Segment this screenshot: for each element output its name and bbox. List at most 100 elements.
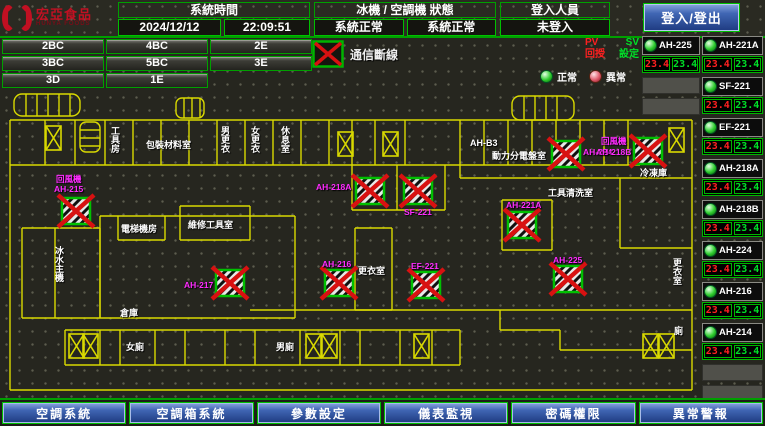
floor-button-2e[interactable]: 2E	[210, 39, 312, 54]
unit-values: 23.4 23.4	[702, 179, 763, 196]
login-logout-button[interactable]: 登入/登出	[643, 3, 740, 32]
status-lamp-icon	[704, 39, 717, 52]
ahu-icon-ah218b[interactable]	[630, 135, 666, 167]
normal-lamp-icon	[540, 70, 553, 83]
unit-name: AH-218A	[719, 163, 759, 174]
floor-plan-drawing	[0, 88, 702, 398]
nav-button-password-auth[interactable]: 密碼權限	[511, 402, 635, 424]
system-time-section: 系統時間 2024/12/12 22:09:51	[118, 2, 310, 36]
unit-name: EF-221	[719, 122, 750, 133]
unit-values: 23.4 23.4	[702, 138, 763, 155]
unit-button-ah225[interactable]: AH-225	[642, 36, 700, 55]
room-label: 工具房	[110, 126, 120, 153]
unit-values: 23.4 23.4	[702, 302, 763, 319]
room-label: 女更衣	[250, 126, 260, 153]
ahu-icon-ah224[interactable]	[548, 138, 584, 170]
header-bar: 宏亞食品 HUNYA FOODS 系統時間 2024/12/12 22:09:5…	[0, 0, 765, 38]
logo-icon	[2, 5, 32, 31]
ahu-icon-ah215[interactable]	[58, 195, 94, 227]
unit-button-ah218b[interactable]: AH-218B	[702, 200, 763, 219]
nav-button-param-settings[interactable]: 參數設定	[257, 402, 381, 424]
room-label: 休息室	[280, 126, 290, 153]
room-label: 冷凍庫	[640, 168, 667, 178]
unit-button-ah218a[interactable]: AH-218A	[702, 159, 763, 178]
ahu-icon-ah225[interactable]	[550, 263, 586, 295]
company-logo: 宏亞食品 HUNYA FOODS	[2, 2, 114, 33]
unit-values: 23.4 23.4	[702, 97, 763, 114]
ahu-icon-sf221[interactable]	[400, 175, 436, 207]
unit-values: 23.4 23.4	[702, 261, 763, 278]
unit-panel-ah218b: AH-218B 23.4 23.4	[702, 200, 763, 237]
unit-button-ah221a[interactable]: AH-221A	[702, 36, 763, 55]
ahu-icons	[58, 135, 666, 301]
sv-value: 23.4	[734, 222, 762, 235]
floor-button-3e[interactable]: 3E	[210, 56, 312, 71]
sv-value: 23.4	[672, 58, 698, 71]
room-label: 電梯機房	[121, 224, 157, 234]
unit-label: AH-217	[184, 280, 213, 290]
unit-label: 回風機	[601, 136, 627, 146]
unit-button-ah224[interactable]: AH-224	[702, 241, 763, 260]
floor-button-3bc[interactable]: 3BC	[2, 56, 104, 71]
nav-button-alarm[interactable]: 異常警報	[639, 402, 763, 424]
status-lamp-icon	[644, 39, 657, 52]
empty-slot	[702, 364, 763, 381]
comm-loss-label: 通信斷線	[350, 46, 398, 63]
unit-panel-ah218a: AH-218A 23.4 23.4	[702, 159, 763, 196]
unit-button-sf221[interactable]: SF-221	[702, 77, 763, 96]
status-lamp-icon	[704, 326, 717, 339]
nav-button-ac-system[interactable]: 空調系統	[2, 402, 126, 424]
floor-plan: 回風機 AH-215 AH-218A SF-221 AH-224 回風機 AH-…	[0, 88, 702, 398]
normal-label: 正常	[557, 69, 577, 84]
floor-selector: 2BC 4BC 2E 3BC 5BC 3E 3D 1E	[2, 39, 312, 88]
room-label: 男廁	[276, 342, 294, 352]
sv-value: 23.4	[734, 99, 762, 112]
room-label: 女廁	[126, 342, 144, 352]
room-label: AH-B3	[470, 138, 498, 148]
system-time-value: 22:09:51	[224, 19, 310, 36]
unit-name: AH-216	[719, 286, 752, 297]
unit-values: 23.4 23.4	[642, 56, 700, 73]
pv-value: 23.4	[704, 263, 732, 276]
sv-value: 23.4	[734, 140, 762, 153]
abnormal-lamp-icon	[589, 70, 602, 83]
unit-name: AH-218B	[719, 204, 759, 215]
nav-button-ahu-system[interactable]: 空調箱系統	[129, 402, 253, 424]
ahu-icon-ef221[interactable]	[408, 269, 444, 301]
unit-button-ef221[interactable]: EF-221	[702, 118, 763, 137]
shaft-icons	[46, 126, 684, 358]
floor-button-4bc[interactable]: 4BC	[106, 39, 208, 54]
ahu-icon-ah221a[interactable]	[504, 209, 540, 241]
ahu-icon-ah216[interactable]	[321, 267, 357, 299]
room-label: 冰水主機	[54, 246, 64, 282]
ahu-icon-ah217[interactable]	[212, 267, 248, 299]
floor-button-3d[interactable]: 3D	[2, 73, 104, 88]
unit-name: SF-221	[719, 81, 750, 92]
status-lamp-icon	[704, 121, 717, 134]
sv-value: 23.4	[734, 304, 762, 317]
sv-value: 23.4	[734, 263, 762, 276]
floor-button-5bc[interactable]: 5BC	[106, 56, 208, 71]
ac-status-value: 系統正常	[407, 19, 497, 36]
unit-values: 23.4 23.4	[702, 343, 763, 360]
nav-button-meter-monitor[interactable]: 儀表監視	[384, 402, 508, 424]
unit-panel-ef221: EF-221 23.4 23.4	[702, 118, 763, 155]
unit-button-ah216[interactable]: AH-216	[702, 282, 763, 301]
unit-name: AH-224	[719, 245, 752, 256]
room-label: 包裝材料室	[146, 140, 191, 150]
status-lamp-icon	[704, 80, 717, 93]
unit-panel-sf221: SF-221 23.4 23.4	[702, 77, 763, 114]
ahu-icon-ah218a[interactable]	[352, 175, 388, 207]
status-lamp-icon	[704, 285, 717, 298]
unit-button-ah214[interactable]: AH-214	[702, 323, 763, 342]
floor-button-1e[interactable]: 1E	[106, 73, 208, 88]
unit-panel-ah214: AH-214 23.4 23.4	[702, 323, 763, 360]
logo-subtitle: HUNYA FOODS	[36, 21, 92, 27]
floor-button-2bc[interactable]: 2BC	[2, 39, 104, 54]
status-legend: 正常 異常	[540, 69, 626, 84]
unit-label: AH-215	[54, 184, 83, 194]
empty-slot	[642, 98, 700, 115]
unit-values: 23.4 23.4	[702, 220, 763, 237]
room-label: 男更衣	[220, 126, 230, 153]
unit-label: SF-221	[404, 207, 432, 217]
